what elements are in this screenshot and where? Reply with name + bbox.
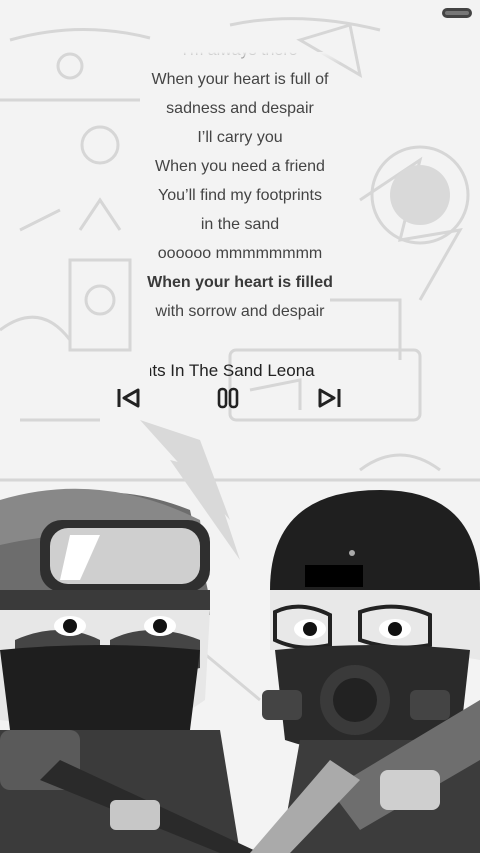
lyric-line: sadness and despair [166, 100, 314, 117]
lyric-line: in the sand [200, 216, 280, 233]
previous-button[interactable] [113, 384, 145, 412]
pause-icon [217, 387, 239, 409]
lyrics-list: I'm always there When your heart is full… [140, 52, 340, 326]
lyric-line: When your heart is full of [151, 71, 329, 88]
next-button[interactable] [313, 384, 345, 412]
lyric-line-current: When your heart is filled [147, 274, 333, 291]
lyric-line: I’ll carry you [197, 129, 283, 146]
lyric-line: oooooo mmmmmmmm [157, 245, 323, 262]
battery-indicator [442, 8, 472, 18]
lyric-line: When you need a friend [155, 158, 325, 175]
song-title: Footprints In The Sand Leona Lewis [150, 361, 318, 380]
pause-button[interactable] [212, 384, 244, 412]
lyric-line: You’ll find my footprints [158, 187, 322, 204]
skip-previous-icon [117, 388, 140, 408]
skip-next-icon [318, 388, 341, 408]
lyric-line: with sorrow and despair [155, 303, 325, 320]
song-title-marquee: Footprints In The Sand Leona Lewis [150, 358, 318, 384]
lyric-line: I'm always there [140, 52, 340, 65]
playback-controls [0, 384, 480, 414]
lyrics-panel: I'm always there When your heart is full… [140, 52, 340, 338]
